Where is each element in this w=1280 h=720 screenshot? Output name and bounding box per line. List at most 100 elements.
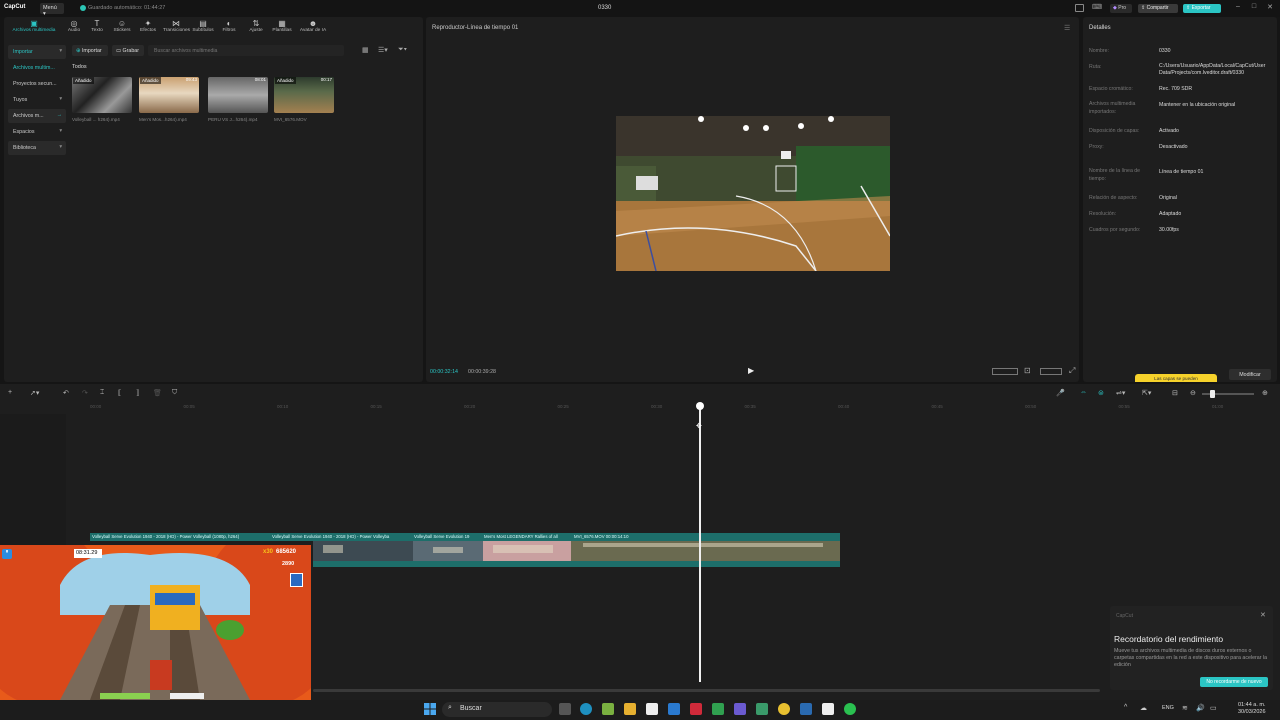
- layout-icon[interactable]: [1075, 4, 1084, 12]
- microphone-icon[interactable]: 🎤: [1056, 389, 1065, 397]
- close-icon[interactable]: ✕: [1264, 3, 1276, 13]
- nav-yours[interactable]: Tuyos ▾: [8, 93, 66, 107]
- playhead[interactable]: [699, 404, 701, 682]
- store-icon[interactable]: [646, 703, 658, 715]
- nav-import[interactable]: Importar ▾: [8, 45, 66, 59]
- chevron-up-icon[interactable]: ^: [1124, 704, 1127, 711]
- split-screen-icon[interactable]: ⇱▾: [1142, 389, 1151, 397]
- import-button[interactable]: ⊕ Importar: [72, 45, 108, 56]
- tool-text[interactable]: T Texto: [86, 19, 108, 37]
- video-track[interactable]: [313, 541, 840, 561]
- tool-subtitles[interactable]: ▤ Subtítulos: [191, 19, 215, 37]
- detail-value: Desactivado: [1159, 144, 1188, 150]
- outlook-icon[interactable]: [668, 703, 680, 715]
- nav-secondary-projects[interactable]: Proyectos secun...: [8, 77, 66, 91]
- tool-adjust[interactable]: ⇅ Ajuste: [245, 19, 267, 37]
- shortcuts-icon[interactable]: ⌨: [1092, 3, 1102, 11]
- media-thumbnail[interactable]: Añadido 00:17: [274, 77, 334, 113]
- whatsapp-icon[interactable]: [844, 703, 856, 715]
- media-thumbnail[interactable]: 08:01: [208, 77, 268, 113]
- crop-icon[interactable]: ⊡: [1024, 366, 1031, 375]
- battery-icon[interactable]: ▭: [1210, 704, 1217, 712]
- minimize-icon[interactable]: –: [1232, 3, 1244, 13]
- app-icon[interactable]: [800, 703, 812, 715]
- sort-icon[interactable]: ☰▾: [378, 46, 388, 54]
- language-indicator[interactable]: ENG: [1162, 705, 1174, 711]
- add-track-icon[interactable]: +: [8, 389, 12, 396]
- zoom-slider-handle[interactable]: [1210, 390, 1215, 398]
- task-view-icon[interactable]: [559, 703, 571, 715]
- media-panel: ▣ Archivos multimedia ◎ Audio T Texto ☺ Sticker…: [4, 17, 423, 382]
- nav-media-library[interactable]: Archivos m... →: [8, 109, 66, 123]
- close-icon[interactable]: ✕: [1260, 611, 1266, 619]
- title-bar: CapCut Menú ▾ Guardado automático: 01:44…: [0, 0, 1280, 17]
- media-thumbnail[interactable]: Añadido 09:43: [139, 77, 199, 113]
- nav-library[interactable]: Biblioteca ▾: [8, 141, 66, 155]
- fit-icon[interactable]: ⊟: [1172, 389, 1178, 397]
- game-overlay-window[interactable]: ⏸ 08:31.29 x30 685620 2890: [0, 545, 311, 700]
- media-thumbnail[interactable]: Añadido: [72, 77, 132, 113]
- share-button[interactable]: ⇪ Compartir: [1138, 4, 1178, 13]
- timeline-scrollbar[interactable]: [313, 689, 1100, 692]
- record-button[interactable]: ▭ Grabar: [112, 45, 144, 56]
- tool-sticker[interactable]: ☺ Stickers: [110, 19, 134, 37]
- capcut-icon[interactable]: [822, 703, 834, 715]
- app-icon[interactable]: [712, 703, 724, 715]
- split-left-icon[interactable]: ⟦: [118, 389, 121, 397]
- magnet-icon[interactable]: ⊜: [1098, 389, 1104, 397]
- tool-effects[interactable]: ✦ Efectos: [136, 19, 160, 37]
- modify-button[interactable]: Modificar: [1229, 369, 1271, 380]
- copilot-icon[interactable]: [602, 703, 614, 715]
- zoom-in-icon[interactable]: ⊕: [1262, 389, 1268, 397]
- taskbar-search[interactable]: ⌕ Buscar: [442, 702, 552, 717]
- media-duration: 08:01: [254, 77, 266, 82]
- nav-media-files[interactable]: Archivos multim...: [8, 61, 66, 75]
- menu-icon[interactable]: ☰: [1064, 24, 1070, 32]
- pause-icon[interactable]: ⏸: [2, 549, 12, 559]
- word-icon[interactable]: [690, 703, 702, 715]
- chrome-icon[interactable]: [778, 703, 790, 715]
- windows-start-icon[interactable]: [424, 703, 436, 715]
- wifi-icon[interactable]: ≋: [1182, 704, 1188, 712]
- tool-transitions[interactable]: ⋈ Transiciones: [163, 19, 190, 37]
- quality-icon[interactable]: [1040, 368, 1062, 375]
- detail-label: Proxy:: [1089, 144, 1104, 150]
- export-button[interactable]: ⇧ Exportar: [1183, 4, 1221, 13]
- tool-media[interactable]: ▣ Archivos multimedia: [6, 19, 62, 37]
- preview-axis-icon[interactable]: ⇌▾: [1116, 389, 1125, 397]
- tool-audio[interactable]: ◎ Audio: [63, 19, 85, 37]
- video-preview[interactable]: [616, 116, 890, 271]
- app-icon[interactable]: [756, 703, 768, 715]
- tool-templates[interactable]: ▦ Plantillas: [269, 19, 295, 37]
- split-right-icon[interactable]: ⟧: [136, 389, 139, 397]
- undo-icon[interactable]: ↶: [63, 389, 69, 397]
- tool-avatar[interactable]: ☻ Avatar de IA: [296, 19, 330, 37]
- nav-spaces[interactable]: Espacios ▾: [8, 125, 66, 139]
- shield-icon[interactable]: ⛉: [172, 389, 177, 397]
- play-icon[interactable]: ▶: [748, 366, 754, 375]
- zoom-out-icon[interactable]: ⊖: [1190, 389, 1196, 397]
- volume-icon[interactable]: 🔊: [1196, 704, 1205, 712]
- link-icon[interactable]: ⇔: [1080, 389, 1087, 396]
- select-tool-icon[interactable]: ➚▾: [30, 389, 39, 397]
- fullscreen-icon[interactable]: ⤢: [1069, 366, 1075, 376]
- taskbar-clock[interactable]: 01:44 a. m. 30/03/2026: [1238, 702, 1266, 716]
- pro-button[interactable]: ◆ Pro: [1110, 4, 1132, 13]
- time-ruler[interactable]: 00:00 00:05 00:10 00:15 00:20 00:25 00:30 00:35…: [66, 402, 1280, 412]
- ratio-icon[interactable]: [992, 368, 1018, 375]
- delete-icon[interactable]: 🗑: [153, 389, 162, 397]
- grid-view-icon[interactable]: ▦: [362, 46, 369, 54]
- menu-button[interactable]: Menú ▾: [40, 3, 64, 17]
- teams-icon[interactable]: [734, 703, 746, 715]
- playhead-handle[interactable]: [696, 402, 704, 410]
- filter-icon[interactable]: ⏷▾: [398, 46, 407, 54]
- dont-remind-button[interactable]: No recordarme de nuevo: [1200, 677, 1268, 687]
- cloud-icon[interactable]: ☁: [1140, 704, 1147, 712]
- split-icon[interactable]: ⌶: [100, 389, 104, 397]
- file-explorer-icon[interactable]: [624, 703, 636, 715]
- tool-filters[interactable]: ◐ Filtros: [215, 19, 243, 37]
- redo-icon[interactable]: ↷: [82, 389, 88, 397]
- maximize-icon[interactable]: □: [1248, 3, 1260, 13]
- media-search-input[interactable]: [148, 45, 344, 56]
- edge-icon[interactable]: [580, 703, 592, 715]
